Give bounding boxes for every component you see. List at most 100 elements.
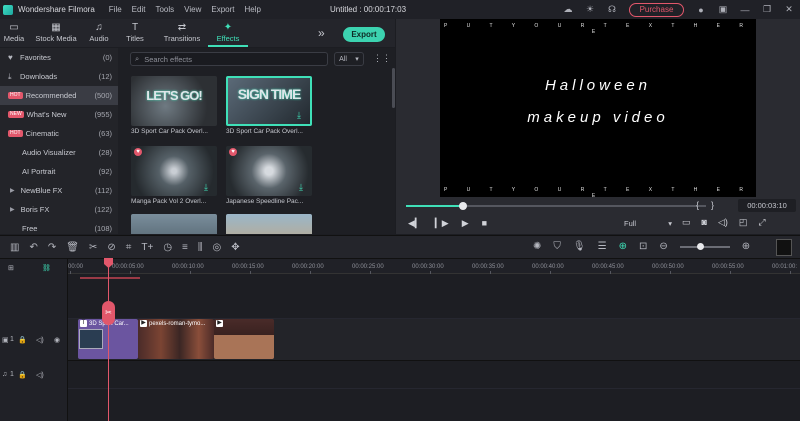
effect-thumbnail[interactable] xyxy=(226,214,312,234)
sidebar-item-favorites[interactable]: ♥ Favorites (0) xyxy=(0,48,118,67)
effects-search-input[interactable]: ⌕ Search effects xyxy=(130,52,328,66)
lock-icon[interactable]: 🔒 xyxy=(18,371,27,379)
tab-titles[interactable]: T Titles xyxy=(114,22,156,47)
effects-scrollbar[interactable] xyxy=(392,68,395,108)
sidebar-item-downloads[interactable]: ⤓ Downloads (12) xyxy=(0,67,118,86)
tab-transitions[interactable]: ⇄ Transitions xyxy=(156,22,208,47)
mute-icon[interactable]: ◁) xyxy=(36,371,44,379)
undo-icon[interactable]: ↶ xyxy=(29,242,37,253)
tab-stock-media[interactable]: ▦ Stock Media xyxy=(28,22,84,47)
play-icon[interactable]: ▶ xyxy=(462,218,469,229)
download-icon[interactable]: ⤓ xyxy=(204,183,213,192)
sun-icon[interactable]: ☀ xyxy=(579,0,601,19)
preview-quality-select[interactable]: Full ▾ xyxy=(624,219,672,228)
cloud-icon[interactable]: ☁ xyxy=(557,0,579,19)
notification-icon[interactable]: ▣ xyxy=(712,0,734,19)
marker-icon[interactable]: ⛉ xyxy=(553,241,561,252)
step-back-icon[interactable]: ◀▎ xyxy=(408,218,422,229)
download-icon[interactable]: ⤓ xyxy=(297,111,306,120)
zoom-slider-handle[interactable] xyxy=(696,242,704,250)
volume-icon[interactable]: ◁) xyxy=(718,217,728,228)
snapshot-icon[interactable]: ◙ xyxy=(702,217,707,228)
video-track[interactable]: T 3D Sport Car... ▶ pexels-roman-tymo...… xyxy=(68,319,800,361)
snap-icon[interactable]: ⊕ xyxy=(619,241,627,252)
delete-icon[interactable]: 🗑 xyxy=(66,242,79,253)
export-button[interactable]: Export xyxy=(343,27,385,42)
ai-icon[interactable]: ✥ xyxy=(231,242,239,253)
pip-icon[interactable]: ◰ xyxy=(739,217,748,228)
mute-icon[interactable]: ◁) xyxy=(36,336,44,344)
mark-in-out-icon[interactable]: {} xyxy=(696,200,726,210)
sidebar-item-recommended[interactable]: HOT Recommended (500) xyxy=(0,86,118,105)
add-track-icon[interactable]: ⊞ xyxy=(8,264,14,272)
step-forward-icon[interactable]: ▎▶ xyxy=(435,218,449,229)
link-icon[interactable]: ⛓ xyxy=(42,264,51,272)
redo-icon[interactable]: ↷ xyxy=(48,242,56,253)
scrubber-handle[interactable] xyxy=(459,202,467,210)
lock-icon[interactable]: 🔒 xyxy=(18,336,27,344)
zoom-in-icon[interactable]: ⊕ xyxy=(742,241,750,252)
effects-filter-select[interactable]: All ▾ xyxy=(334,52,364,66)
expand-triangle-icon[interactable]: ▶ xyxy=(10,187,15,194)
preview-scrubber[interactable] xyxy=(406,202,706,210)
cut-icon[interactable]: ✂ xyxy=(89,242,97,253)
text-icon[interactable]: T+ xyxy=(141,242,153,253)
crop-icon[interactable]: ⌗ xyxy=(126,242,132,253)
split-scissor-icon[interactable]: ✂ xyxy=(102,301,115,325)
headset-icon[interactable]: ☊ xyxy=(601,0,623,19)
sidebar-item-cinematic[interactable]: HOT Cinematic (63) xyxy=(0,124,118,143)
playhead[interactable] xyxy=(108,259,109,421)
microphone-icon[interactable]: 🎙 xyxy=(573,241,586,252)
account-icon[interactable]: ● xyxy=(690,0,712,19)
tab-effects[interactable]: ✦ Effects xyxy=(208,22,248,47)
sidebar-item-newblue-fx[interactable]: ▶ NewBlue FX (112) xyxy=(0,181,118,200)
voiceover-list-icon[interactable]: ☰ xyxy=(598,241,607,252)
menu-export[interactable]: Export xyxy=(211,5,234,14)
restore-icon[interactable]: ❐ xyxy=(756,0,778,19)
render-icon[interactable]: ✺ xyxy=(533,241,541,252)
timeline-ruler[interactable]: 00:00 00:00:05:00 00:00:10:00 00:00:15:00 00… xyxy=(68,259,800,274)
video-clip[interactable]: ▶ xyxy=(214,319,274,359)
menu-help[interactable]: Help xyxy=(244,5,260,14)
sidebar-item-ai-portrait[interactable]: AI Portrait (92) xyxy=(0,162,118,181)
adjust-icon[interactable]: ≡ xyxy=(182,242,188,253)
effect-thumbnail[interactable] xyxy=(131,214,217,234)
tab-media[interactable]: ▭ Media xyxy=(0,22,28,47)
sidebar-item-audio-visualizer[interactable]: Audio Visualizer (28) xyxy=(0,143,118,162)
audio-wave-icon[interactable]: ⫼ xyxy=(198,242,203,253)
fullscreen-icon[interactable]: ⤢ xyxy=(758,217,765,228)
stop-icon[interactable]: ■ xyxy=(482,218,487,229)
eye-icon[interactable]: ◉ xyxy=(54,336,60,344)
fit-icon[interactable]: ⊡ xyxy=(639,241,647,252)
menu-edit[interactable]: Edit xyxy=(132,5,146,14)
audio-track[interactable] xyxy=(68,361,800,389)
speed-icon[interactable]: ◷ xyxy=(163,242,172,253)
expand-panel-icon[interactable]: » xyxy=(318,26,325,40)
favorite-icon[interactable]: ♥ xyxy=(229,148,237,156)
zoom-out-icon[interactable]: ⊖ xyxy=(659,241,667,252)
download-icon[interactable]: ⤓ xyxy=(299,183,308,192)
effect-thumbnail[interactable]: ♥ ⤓ xyxy=(226,146,312,196)
effect-thumbnail[interactable]: SIGN TIME ⤓ xyxy=(226,76,312,126)
empty-track[interactable] xyxy=(68,282,800,319)
sidebar-item-whats-new[interactable]: NEW What's New (955) xyxy=(0,105,118,124)
video-clip[interactable]: ▶ pexels-roman-tymo... xyxy=(138,319,214,359)
purchase-button[interactable]: Purchase xyxy=(629,2,684,17)
favorite-icon[interactable]: ♥ xyxy=(134,148,142,156)
display-icon[interactable]: ▭ xyxy=(682,217,691,228)
effect-thumbnail[interactable]: LET'S GO! xyxy=(131,76,217,126)
mask-icon[interactable]: ⊘ xyxy=(107,242,115,253)
grid-view-icon[interactable]: ⋮⋮ xyxy=(373,53,391,64)
effect-thumbnail[interactable]: ♥ ⤓ xyxy=(131,146,217,196)
menu-view[interactable]: View xyxy=(184,5,201,14)
menu-file[interactable]: File xyxy=(109,5,122,14)
zoom-slider[interactable] xyxy=(679,242,730,250)
close-icon[interactable]: ✕ xyxy=(778,0,800,19)
panel-layout-toggle[interactable] xyxy=(776,239,792,256)
sidebar-item-boris-fx[interactable]: ▶ Boris FX (122) xyxy=(0,200,118,219)
tab-audio[interactable]: ♫ Audio xyxy=(84,22,114,47)
layout-icon[interactable]: ▥ xyxy=(10,242,19,253)
menu-tools[interactable]: Tools xyxy=(155,5,174,14)
minimize-icon[interactable]: — xyxy=(734,0,756,19)
color-match-icon[interactable]: ◎ xyxy=(213,242,222,253)
